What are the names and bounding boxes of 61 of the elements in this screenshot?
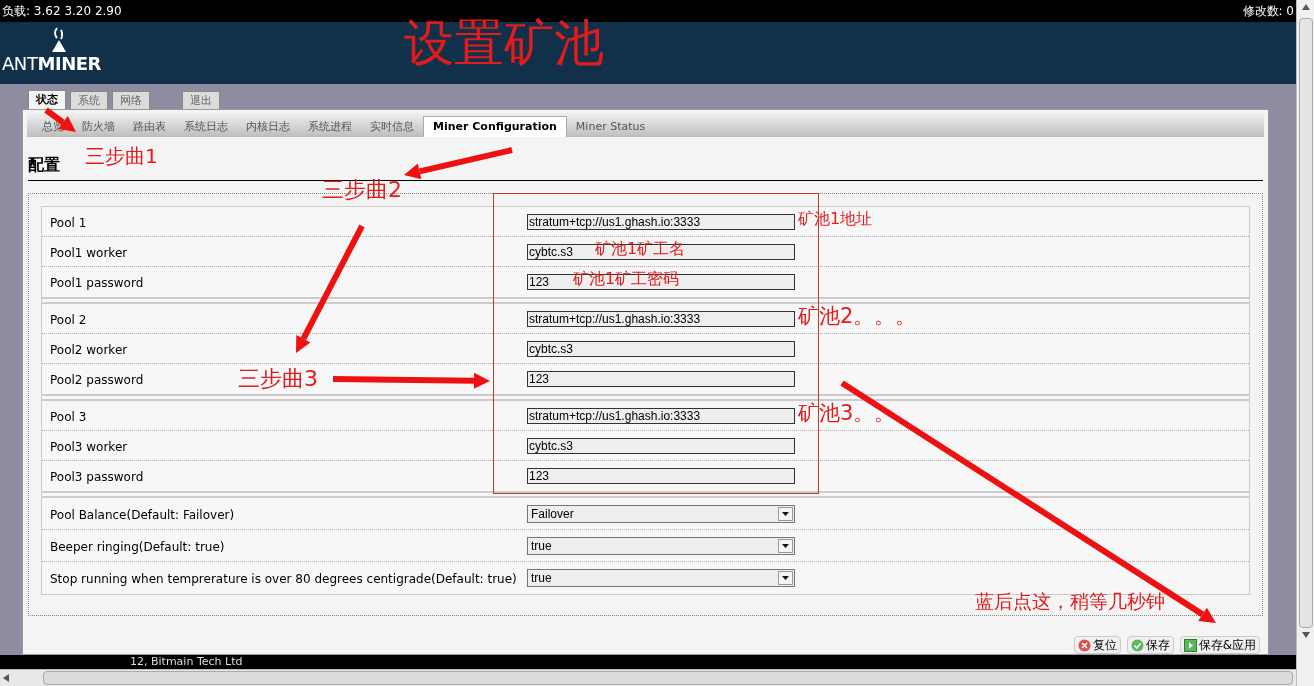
dropdown[interactable]: true: [527, 569, 795, 588]
check-icon: [1130, 638, 1144, 652]
text-input-field[interactable]: stratum+tcp://us1.ghash.io:3333: [527, 407, 795, 424]
text-input-field[interactable]: cybtc.s3: [527, 437, 795, 454]
save-button[interactable]: 保存: [1126, 636, 1174, 655]
sub-tab[interactable]: 内核日志: [237, 116, 299, 138]
text-input-field[interactable]: 123: [527, 468, 795, 485]
scrollbar-thumb[interactable]: [43, 670, 1293, 685]
vertical-scrollbar[interactable]: [1296, 0, 1314, 686]
reset-button[interactable]: 复位: [1073, 636, 1121, 655]
load-average-text: 负载: 3.62 3.20 2.90: [2, 2, 122, 20]
scroll-left-icon[interactable]: [3, 673, 9, 682]
annotation-text: 矿池1矿工密码: [573, 271, 680, 287]
field-label: Pool2 worker: [50, 342, 128, 357]
field-label: Pool 1: [50, 215, 87, 230]
caret-icon: [782, 543, 789, 548]
sub-tab[interactable]: Miner Configuration: [423, 116, 567, 138]
annotation-title: 设置矿池: [404, 18, 604, 68]
field-label: Beeper ringing(Default: true): [50, 539, 225, 554]
text-input-field[interactable]: cybtc.s3: [527, 340, 795, 357]
sub-tab[interactable]: 系统日志: [175, 116, 237, 138]
nav-tab[interactable]: 网络: [112, 91, 150, 110]
scroll-up-icon[interactable]: [1301, 4, 1310, 10]
antminer-logo: ANTMINER: [2, 54, 102, 75]
play-icon: [1183, 638, 1197, 652]
field-label: Pool 3: [50, 409, 87, 424]
close-icon: [1077, 638, 1091, 652]
dropdown[interactable]: Failover: [527, 504, 795, 523]
field-label: Pool1 worker: [50, 245, 128, 260]
apply-button[interactable]: 保存&应用: [1179, 636, 1260, 655]
sub-tab[interactable]: 路由表: [124, 116, 175, 138]
text-input-field[interactable]: 123: [527, 371, 795, 388]
annotation-text: 三步曲2: [322, 179, 402, 201]
sub-tab[interactable]: 实时信息: [361, 116, 423, 138]
annotation-text: 三步曲1: [85, 146, 158, 166]
section-title: 配置: [28, 155, 60, 175]
field-label: Pool2 password: [50, 373, 144, 388]
scrollbar-thumb[interactable]: [1298, 18, 1313, 628]
annotation-text: 三步曲3: [238, 368, 318, 390]
nav-tab[interactable]: 状态: [28, 90, 66, 110]
text-input-field[interactable]: stratum+tcp://us1.ghash.io:3333: [527, 213, 795, 230]
logout-tab[interactable]: 退出: [182, 91, 220, 110]
annotation-text: 蓝后点这，稍等几秒钟: [975, 592, 1165, 611]
changes-count-text: 修改数: 0: [1242, 2, 1294, 20]
field-label: Pool1 password: [50, 276, 144, 291]
caret-icon: [782, 576, 789, 581]
field-label: Pool3 worker: [50, 439, 128, 454]
sub-tab[interactable]: 防火墙: [73, 116, 124, 138]
field-label: Stop running when temprerature is over 80 degrees centigrade(Default: true): [50, 572, 517, 587]
copyright-text: 12, Bitmain Tech Ltd: [130, 656, 243, 669]
sub-tab[interactable]: 系统进程: [299, 116, 361, 138]
annotation-text: 矿池1矿工名: [595, 241, 686, 257]
dropdown[interactable]: true: [527, 536, 795, 555]
caret-icon: [782, 511, 789, 516]
field-label: Pool3 password: [50, 470, 144, 485]
text-input-field[interactable]: stratum+tcp://us1.ghash.io:3333: [527, 310, 795, 327]
nav-tab[interactable]: 系统: [70, 91, 108, 110]
field-label: Pool Balance(Default: Failover): [50, 507, 235, 522]
sub-tab[interactable]: Miner Status: [566, 116, 655, 138]
scroll-down-icon[interactable]: [1301, 632, 1310, 638]
field-label: Pool 2: [50, 312, 87, 327]
